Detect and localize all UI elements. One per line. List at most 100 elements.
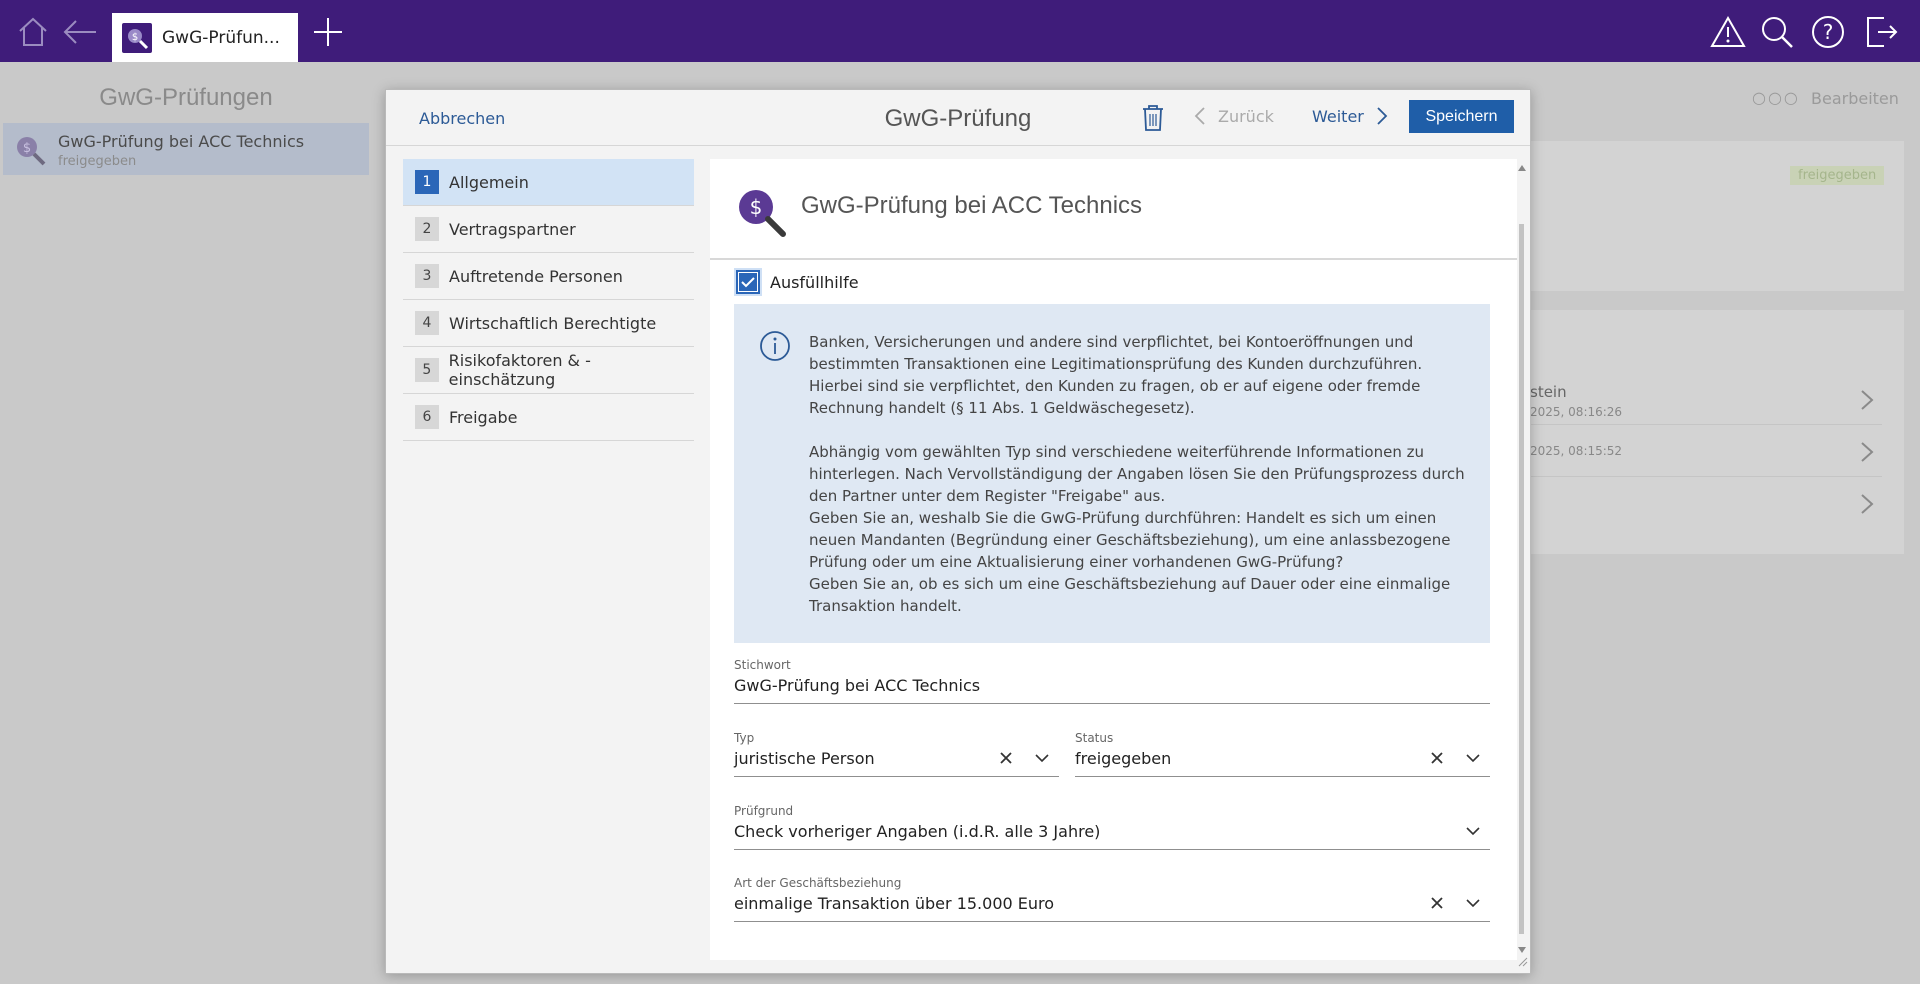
resize-grip-icon[interactable]	[1516, 952, 1528, 971]
history-row-title: stein	[1530, 383, 1567, 401]
help-toggle[interactable]: Ausfüllhilfe	[736, 270, 859, 294]
clear-icon[interactable]	[997, 749, 1015, 767]
chevron-down-icon[interactable]	[1033, 749, 1051, 767]
info-icon	[759, 330, 791, 366]
help-checkbox[interactable]	[736, 270, 760, 294]
step-label: Risikofaktoren & -einschätzung	[448, 351, 591, 389]
info-paragraph: Abhängig vom gewählten Typ sind verschie…	[809, 443, 1465, 505]
help-label: Ausfüllhilfe	[770, 272, 859, 292]
step-number: 3	[415, 264, 439, 288]
field-label: Status	[1075, 731, 1114, 745]
back-button[interactable]: Zurück	[1194, 106, 1274, 126]
cancel-button[interactable]: Abbrechen	[419, 109, 505, 128]
step-label: Auftretende Personen	[449, 266, 623, 286]
pruefgrund-value: Check vorheriger Angaben (i.d.R. alle 3 …	[734, 822, 1101, 841]
list-item-title: GwG-Prüfung bei ACC Technics	[58, 132, 305, 151]
step-number: 2	[415, 217, 439, 241]
step-navigation: 1 Allgemein 2 Vertragspartner 3 Auftrete…	[403, 159, 694, 441]
typ-value: juristische Person	[734, 749, 875, 768]
next-button[interactable]: Weiter	[1312, 106, 1388, 126]
gwg-icon: $	[736, 187, 788, 241]
chevron-right-icon	[1860, 441, 1874, 467]
step-vertragspartner[interactable]: 2 Vertragspartner	[403, 206, 694, 253]
pruefgrund-select[interactable]: Prüfgrund Check vorheriger Angaben (i.d.…	[734, 804, 1490, 850]
step-number: 4	[415, 311, 439, 335]
content-pane: $ GwG-Prüfung bei ACC Technics Ausfüllhi…	[710, 159, 1517, 960]
edit-button[interactable]: Bearbeiten	[1811, 89, 1899, 108]
chevron-down-icon[interactable]	[1464, 822, 1482, 840]
save-button[interactable]: Speichern	[1409, 100, 1514, 133]
status-badge: freigegeben	[1790, 166, 1885, 185]
svg-text:?: ?	[1823, 20, 1834, 44]
gwg-icon: $	[122, 22, 152, 53]
list-item-status: freigegeben	[58, 154, 137, 169]
step-allgemein[interactable]: 1 Allgemein	[403, 159, 694, 206]
plus-icon[interactable]	[308, 12, 348, 52]
back-arrow-icon[interactable]	[60, 12, 100, 52]
chevron-down-icon[interactable]	[1464, 894, 1482, 912]
help-icon[interactable]: ?	[1808, 12, 1848, 52]
field-label: Typ	[734, 731, 755, 745]
search-icon[interactable]	[1757, 12, 1797, 52]
info-paragraph: Banken, Versicherungen und andere sind v…	[809, 333, 1423, 417]
trash-icon[interactable]	[1138, 102, 1168, 134]
info-paragraph: Geben Sie an, ob es sich um eine Geschäf…	[809, 575, 1451, 615]
status-value: freigegeben	[1075, 749, 1172, 768]
detail-card	[1530, 141, 1904, 291]
art-geschaeftsbeziehung-select[interactable]: Art der Geschäftsbeziehung einmalige Tra…	[734, 876, 1490, 922]
chevron-down-icon[interactable]	[1464, 749, 1482, 767]
step-number: 1	[415, 170, 439, 194]
warning-icon[interactable]	[1708, 12, 1748, 52]
content-title: GwG-Prüfung bei ACC Technics	[801, 192, 1143, 219]
back-label: Zurück	[1218, 106, 1274, 126]
gwg-icon: $	[13, 133, 47, 171]
chevron-right-icon	[1377, 107, 1388, 125]
chevron-left-icon	[1194, 107, 1205, 125]
info-text: Banken, Versicherungen und andere sind v…	[809, 331, 1469, 617]
chevron-right-icon	[1860, 493, 1874, 519]
history-row[interactable]: 2025, 08:15:52	[1530, 425, 1882, 477]
step-label: Freigabe	[449, 407, 518, 427]
list-item[interactable]: $ GwG-Prüfung bei ACC Technics freigegeb…	[3, 123, 369, 175]
home-icon[interactable]	[13, 12, 53, 52]
field-label: Stichwort	[734, 658, 791, 672]
field-label: Art der Geschäftsbeziehung	[734, 876, 902, 890]
art-value: einmalige Transaktion über 15.000 Euro	[734, 894, 1055, 913]
content-header: $ GwG-Prüfung bei ACC Technics	[710, 159, 1517, 260]
svg-text:$: $	[23, 141, 31, 156]
more-icon[interactable]: ○○○	[1752, 88, 1800, 107]
svg-text:$: $	[132, 32, 138, 43]
step-number: 6	[415, 405, 439, 429]
info-box: Banken, Versicherungen und andere sind v…	[734, 304, 1490, 643]
top-bar: $ GwG-Prüfun... ?	[0, 0, 1920, 62]
history-row-date: 2025, 08:15:52	[1530, 444, 1623, 458]
chevron-right-icon	[1860, 389, 1874, 415]
status-select[interactable]: Status freigegeben	[1075, 731, 1490, 777]
step-freigabe[interactable]: 6 Freigabe	[403, 394, 694, 441]
clear-icon[interactable]	[1428, 749, 1446, 767]
dialog-header: Abbrechen GwG-Prüfung Zurück Weiter Spei…	[386, 90, 1530, 146]
scrollbar-thumb[interactable]	[1519, 224, 1524, 934]
step-label: Allgemein	[449, 172, 529, 192]
logout-icon[interactable]	[1861, 12, 1901, 52]
history-row[interactable]: stein 2025, 08:16:26	[1530, 380, 1882, 425]
step-auftretende-personen[interactable]: 3 Auftretende Personen	[403, 253, 694, 300]
field-label: Prüfgrund	[734, 804, 794, 818]
step-number: 5	[415, 358, 439, 382]
list-title: GwG-Prüfungen	[99, 84, 273, 111]
stichwort-field[interactable]: Stichwort GwG-Prüfung bei ACC Technics	[734, 658, 1490, 704]
tab-label: GwG-Prüfun...	[162, 27, 280, 48]
info-paragraph: Geben Sie an, weshalb Sie die GwG-Prüfun…	[809, 509, 1451, 571]
history-row-date: 2025, 08:16:26	[1530, 405, 1623, 419]
step-wirtschaftlich-berechtigte[interactable]: 4 Wirtschaftlich Berechtigte	[403, 300, 694, 347]
typ-select[interactable]: Typ juristische Person	[734, 731, 1059, 777]
step-risikofaktoren[interactable]: 5 Risikofaktoren & -einschätzung	[403, 347, 694, 394]
step-label: Wirtschaftlich Berechtigte	[449, 313, 657, 333]
tab-gwg-pruefung[interactable]: $ GwG-Prüfun...	[112, 13, 298, 62]
step-label: Vertragspartner	[449, 219, 576, 239]
clear-icon[interactable]	[1428, 894, 1446, 912]
stichwort-input[interactable]: GwG-Prüfung bei ACC Technics	[734, 676, 1339, 695]
content-scrollbar[interactable]	[1516, 159, 1528, 960]
checkmark-icon	[739, 273, 757, 291]
scroll-up-icon[interactable]	[1518, 165, 1526, 171]
